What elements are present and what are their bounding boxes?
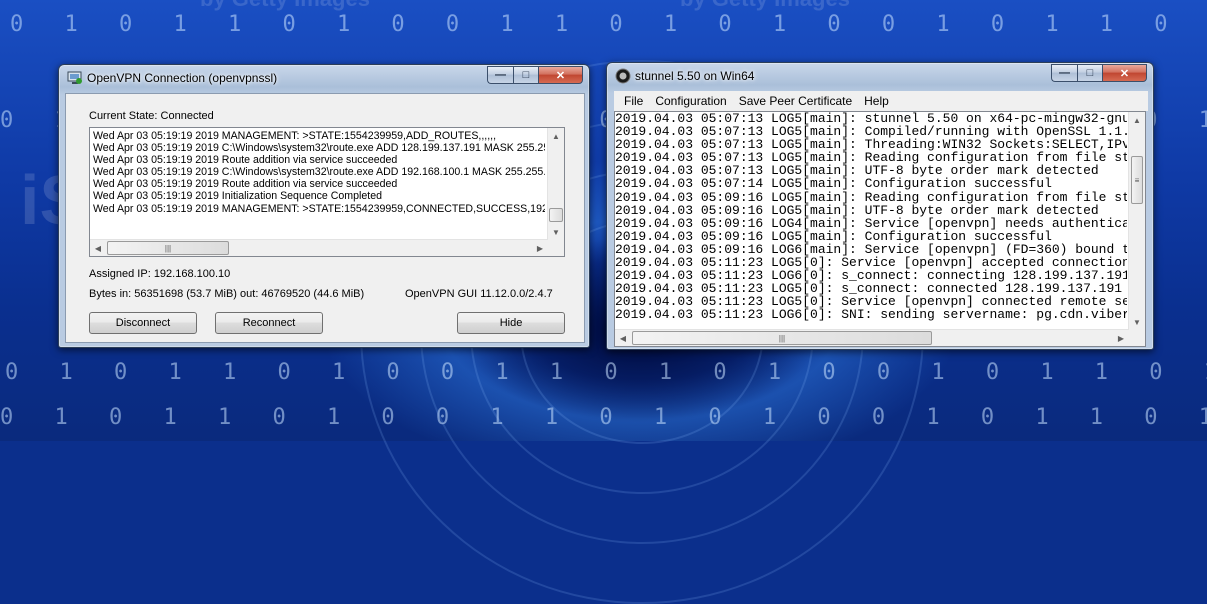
disconnect-button[interactable]: Disconnect <box>89 312 197 334</box>
menu-file[interactable]: File <box>618 94 649 108</box>
log-line: Wed Apr 03 05:19:19 2019 Route addition … <box>93 178 398 191</box>
scrollbar-corner <box>1129 330 1145 346</box>
menu-bar: File Configuration Save Peer Certificate… <box>614 91 1148 111</box>
close-button[interactable]: ✕ <box>1102 64 1147 82</box>
log-lines: Wed Apr 03 05:19:19 2019 MANAGEMENT: >ST… <box>93 130 545 215</box>
background-digits: 0 1 0 1 1 0 1 0 0 1 1 0 1 0 1 0 0 1 0 1 … <box>5 360 1207 385</box>
openvpn-log-box[interactable]: Wed Apr 03 05:19:19 2019 MANAGEMENT: >ST… <box>89 127 565 257</box>
scrollbar-corner <box>548 240 564 256</box>
background-digits: 0 1 0 1 1 0 1 0 0 1 1 0 1 0 1 0 0 1 0 1 … <box>0 405 1207 430</box>
background-digits: 0 1 0 1 1 0 1 0 0 1 1 0 1 0 1 0 0 1 0 1 … <box>10 12 1207 37</box>
log-line: 2019.04.03 05:09:16 LOG5[main]: Configur… <box>615 228 1052 244</box>
log-line: 2019.04.03 05:07:14 LOG5[main]: Configur… <box>615 176 1052 192</box>
assigned-ip-label: Assigned IP: 192.168.100.10 <box>89 268 231 280</box>
log-line: Wed Apr 03 05:19:19 2019 MANAGEMENT: >ST… <box>93 130 497 142</box>
stunnel-titlebar[interactable]: stunnel 5.50 on Win64 — □ ✕ <box>607 63 1153 89</box>
window-title: OpenVPN Connection (openvpnssl) <box>87 71 278 85</box>
scroll-thumb[interactable]: ||| <box>107 241 229 255</box>
vertical-scrollbar[interactable]: ▲ ≡ ▼ <box>1128 112 1145 330</box>
monitor-icon <box>67 71 82 84</box>
watermark-text: by Getty Images <box>200 0 370 12</box>
scroll-down-arrow-icon[interactable]: ▼ <box>1129 314 1145 330</box>
bytes-label: Bytes in: 56351698 (53.7 MiB) out: 46769… <box>89 288 365 300</box>
log-line: Wed Apr 03 05:19:19 2019 Route addition … <box>93 154 398 167</box>
hide-button[interactable]: Hide <box>457 312 565 334</box>
log-line: 2019.04.03 05:09:16 LOG5[main]: UTF-8 by… <box>615 202 1099 218</box>
scroll-left-arrow-icon[interactable]: ◀ <box>615 330 631 346</box>
vertical-scrollbar[interactable]: ▲ ▼ <box>547 128 564 240</box>
menu-help[interactable]: Help <box>858 94 895 108</box>
current-state-label: Current State: Connected <box>89 110 214 122</box>
reconnect-button[interactable]: Reconnect <box>215 312 323 334</box>
log-line: Wed Apr 03 05:19:19 2019 Initialization … <box>93 190 382 203</box>
horizontal-scrollbar[interactable]: ◀ ||| ▶ <box>615 329 1129 346</box>
log-line: 2019.04.03 05:09:16 LOG5[main]: Reading … <box>615 189 1127 205</box>
openvpn-window: OpenVPN Connection (openvpnssl) — □ ✕ Cu… <box>58 64 590 348</box>
window-title: stunnel 5.50 on Win64 <box>635 69 755 83</box>
openvpn-titlebar[interactable]: OpenVPN Connection (openvpnssl) — □ ✕ <box>59 65 589 91</box>
close-button[interactable]: ✕ <box>538 66 583 84</box>
horizontal-scrollbar[interactable]: ◀ ||| ▶ <box>90 239 548 256</box>
scroll-left-arrow-icon[interactable]: ◀ <box>90 240 106 256</box>
openvpn-client-area: Current State: Connected Wed Apr 03 05:1… <box>65 93 585 343</box>
log-line: 2019.04.03 05:11:23 LOG6[0]: SNI: sendin… <box>615 307 1127 322</box>
log-line: Wed Apr 03 05:19:19 2019 C:\Windows\syst… <box>93 166 545 179</box>
stunnel-app-icon <box>615 68 631 84</box>
log-line: Wed Apr 03 05:19:19 2019 MANAGEMENT: >ST… <box>93 202 545 215</box>
stunnel-window: stunnel 5.50 on Win64 — □ ✕ File Configu… <box>606 62 1154 350</box>
maximize-button[interactable]: □ <box>513 66 538 84</box>
log-line: Wed Apr 03 05:19:19 2019 C:\Windows\syst… <box>93 142 545 155</box>
menu-save-peer-certificate[interactable]: Save Peer Certificate <box>733 94 858 108</box>
version-label: OpenVPN GUI 11.12.0.0/2.4.7 <box>405 288 553 300</box>
log-lines: 2019.04.03 05:07:13 LOG5[main]: stunnel … <box>615 112 1127 322</box>
minimize-button[interactable]: — <box>1051 64 1077 82</box>
menu-configuration[interactable]: Configuration <box>649 94 732 108</box>
scroll-thumb[interactable]: ≡ <box>1131 156 1143 204</box>
maximize-button[interactable]: □ <box>1077 64 1102 82</box>
scroll-right-arrow-icon[interactable]: ▶ <box>532 240 548 256</box>
scroll-up-arrow-icon[interactable]: ▲ <box>548 128 564 144</box>
scroll-thumb[interactable] <box>549 208 563 222</box>
minimize-button[interactable]: — <box>487 66 513 84</box>
scroll-up-arrow-icon[interactable]: ▲ <box>1129 112 1145 128</box>
scroll-thumb[interactable]: ||| <box>632 331 932 345</box>
scroll-right-arrow-icon[interactable]: ▶ <box>1113 330 1129 346</box>
log-line: 2019.04.03 05:09:16 LOG4[main]: Service … <box>615 215 1127 231</box>
scroll-down-arrow-icon[interactable]: ▼ <box>548 224 564 240</box>
watermark-text: by Getty Images <box>680 0 850 12</box>
stunnel-log-box[interactable]: 2019.04.03 05:07:13 LOG5[main]: stunnel … <box>614 111 1146 347</box>
